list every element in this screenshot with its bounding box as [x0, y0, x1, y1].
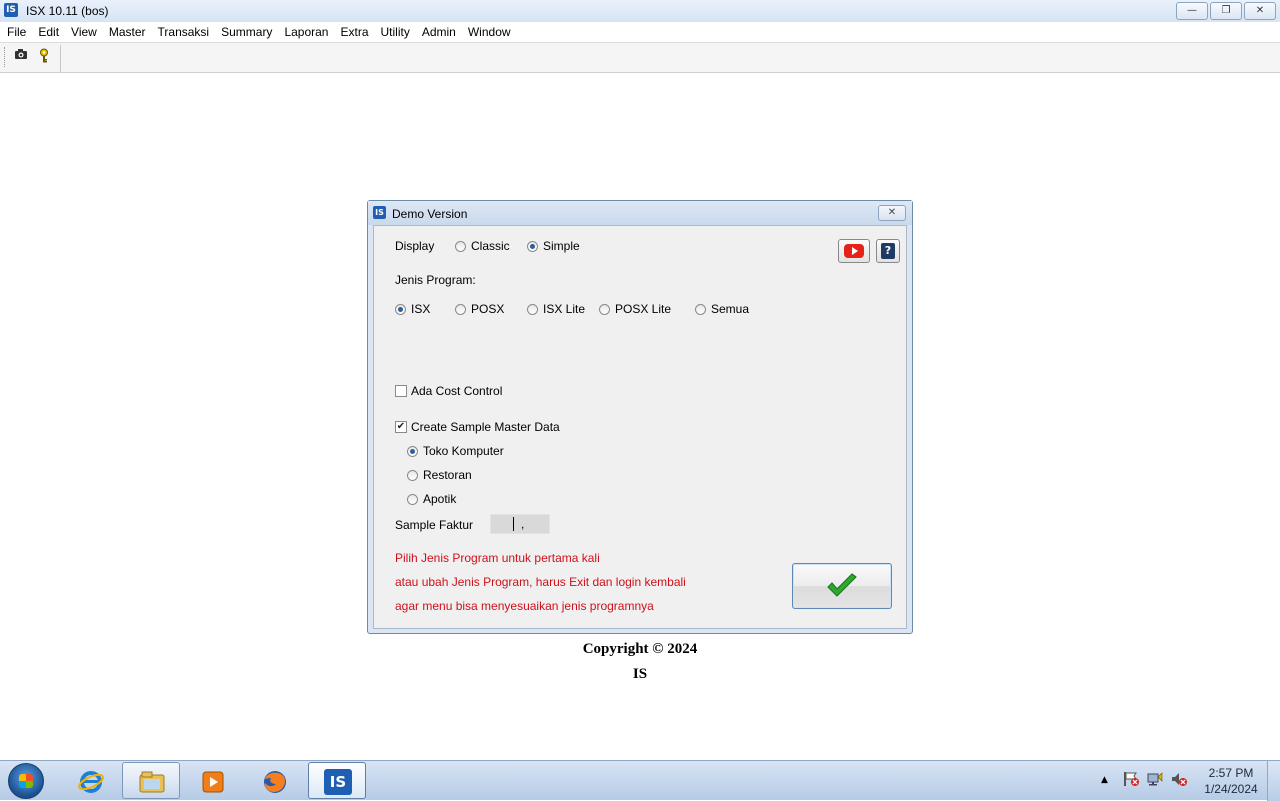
radio-jenis-posx-lite[interactable] — [599, 304, 610, 315]
help-button[interactable]: ? — [876, 239, 900, 263]
app-icon: IS — [4, 3, 18, 17]
network-icon[interactable] — [1146, 771, 1164, 790]
taskbar-file-explorer[interactable] — [122, 762, 180, 799]
sample-faktur-value: , — [521, 517, 525, 531]
firefox-icon — [264, 771, 286, 793]
window-title: ISX 10.11 (bos) — [26, 4, 109, 18]
internet-explorer-icon — [78, 771, 104, 793]
radio-jenis-semua[interactable] — [695, 304, 706, 315]
youtube-button[interactable] — [838, 239, 870, 263]
radio-jenis-isx-lite-label[interactable]: ISX Lite — [543, 302, 585, 316]
sample-faktur-input[interactable]: , — [490, 514, 550, 534]
menu-utility[interactable]: Utility — [376, 22, 415, 42]
sample-master-checkbox[interactable]: ✔ — [395, 421, 407, 433]
radio-sample-restoran-label[interactable]: Restoran — [423, 468, 472, 482]
radio-jenis-isx-lite[interactable] — [527, 304, 538, 315]
company-text: IS — [632, 666, 648, 682]
dialog-title-bar[interactable]: IS Demo Version ✕ — [368, 201, 912, 225]
radio-sample-apotik[interactable] — [407, 494, 418, 505]
demo-version-dialog: IS Demo Version ✕ Display Classic Simple… — [367, 200, 913, 634]
volume-muted-icon[interactable] — [1170, 771, 1188, 790]
radio-jenis-isx[interactable] — [395, 304, 406, 315]
restore-icon[interactable]: ❐ — [1210, 2, 1242, 20]
menu-extra[interactable]: Extra — [335, 22, 373, 42]
taskbar-media-player[interactable] — [183, 762, 241, 799]
menu-admin[interactable]: Admin — [417, 22, 461, 42]
radio-jenis-posx-lite-label[interactable]: POSX Lite — [615, 302, 671, 316]
menu-transaksi[interactable]: Transaksi — [153, 22, 215, 42]
action-center-flag-icon[interactable] — [1122, 771, 1140, 790]
close-icon[interactable]: ✕ — [1244, 2, 1276, 20]
note-line-1: Pilih Jenis Program untuk pertama kali — [395, 551, 600, 565]
menu-view[interactable]: View — [66, 22, 102, 42]
camera-icon[interactable] — [13, 48, 29, 64]
help-icon: ? — [881, 243, 895, 259]
taskbar-isx-app[interactable]: IS — [308, 762, 366, 799]
radio-jenis-posx[interactable] — [455, 304, 466, 315]
radio-display-simple[interactable] — [527, 241, 538, 252]
show-desktop-button[interactable] — [1267, 761, 1280, 801]
text-caret — [513, 517, 514, 531]
up-arrow-icon[interactable]: ▲ — [1101, 775, 1108, 785]
dialog-close-icon[interactable]: ✕ — [878, 205, 906, 221]
sample-faktur-label: Sample Faktur — [395, 518, 474, 532]
taskbar-internet-explorer[interactable] — [61, 762, 119, 799]
radio-display-classic-label[interactable]: Classic — [471, 239, 510, 253]
radio-display-classic[interactable] — [455, 241, 466, 252]
toolbar-separator — [60, 45, 61, 72]
radio-jenis-isx-label[interactable]: ISX — [411, 302, 430, 316]
sample-master-label[interactable]: Create Sample Master Data — [411, 420, 560, 434]
toolbar-grip[interactable] — [4, 47, 7, 67]
key-icon[interactable] — [36, 48, 52, 64]
radio-sample-apotik-label[interactable]: Apotik — [423, 492, 456, 506]
menu-laporan[interactable]: Laporan — [279, 22, 333, 42]
menu-file[interactable]: File — [2, 22, 31, 42]
windows-start-icon[interactable] — [8, 763, 44, 799]
file-explorer-icon — [139, 771, 165, 793]
menu-summary[interactable]: Summary — [216, 22, 277, 42]
minimize-icon[interactable]: — — [1176, 2, 1208, 20]
dialog-app-icon: IS — [373, 206, 386, 219]
note-line-2: atau ubah Jenis Program, harus Exit dan … — [395, 575, 686, 589]
menu-window[interactable]: Window — [463, 22, 516, 42]
cost-control-checkbox[interactable] — [395, 385, 407, 397]
display-label: Display — [395, 239, 435, 253]
jenis-program-label: Jenis Program: — [395, 273, 476, 287]
radio-display-simple-label[interactable]: Simple — [543, 239, 580, 253]
ok-button[interactable] — [792, 563, 892, 609]
note-line-3: agar menu bisa menyesuaikan jenis progra… — [395, 599, 654, 613]
menu-bar: File Edit View Master Transaksi Summary … — [0, 22, 1280, 42]
youtube-icon — [844, 244, 864, 258]
taskbar: IS ▲ 2:57 PM 1/24/2024 — [0, 760, 1280, 801]
menu-master[interactable]: Master — [104, 22, 151, 42]
clock-time: 2:57 PM — [1208, 766, 1254, 780]
cost-control-label[interactable]: Ada Cost Control — [411, 384, 502, 398]
title-bar: IS ISX 10.11 (bos) — ❐ ✕ — [0, 0, 1280, 23]
dialog-body: Display Classic Simple ? Jenis Program: … — [373, 225, 907, 629]
window-controls: — ❐ ✕ — [1176, 2, 1276, 20]
toolbar — [0, 42, 1280, 73]
menu-edit[interactable]: Edit — [33, 22, 64, 42]
radio-sample-toko-komputer[interactable] — [407, 446, 418, 457]
radio-sample-toko-komputer-label[interactable]: Toko Komputer — [423, 444, 504, 458]
dialog-title: Demo Version — [392, 207, 468, 221]
radio-jenis-semua-label[interactable]: Semua — [711, 302, 749, 316]
copyright-text: Copyright © 2024 — [582, 641, 698, 657]
radio-jenis-posx-label[interactable]: POSX — [471, 302, 504, 316]
system-clock[interactable]: 2:57 PM 1/24/2024 — [1196, 765, 1266, 797]
clock-date: 1/24/2024 — [1204, 782, 1258, 796]
isx-app-icon: IS — [324, 769, 352, 795]
taskbar-firefox[interactable] — [245, 762, 303, 799]
media-player-icon — [202, 771, 224, 793]
radio-sample-restoran[interactable] — [407, 470, 418, 481]
checkmark-icon — [827, 573, 857, 597]
